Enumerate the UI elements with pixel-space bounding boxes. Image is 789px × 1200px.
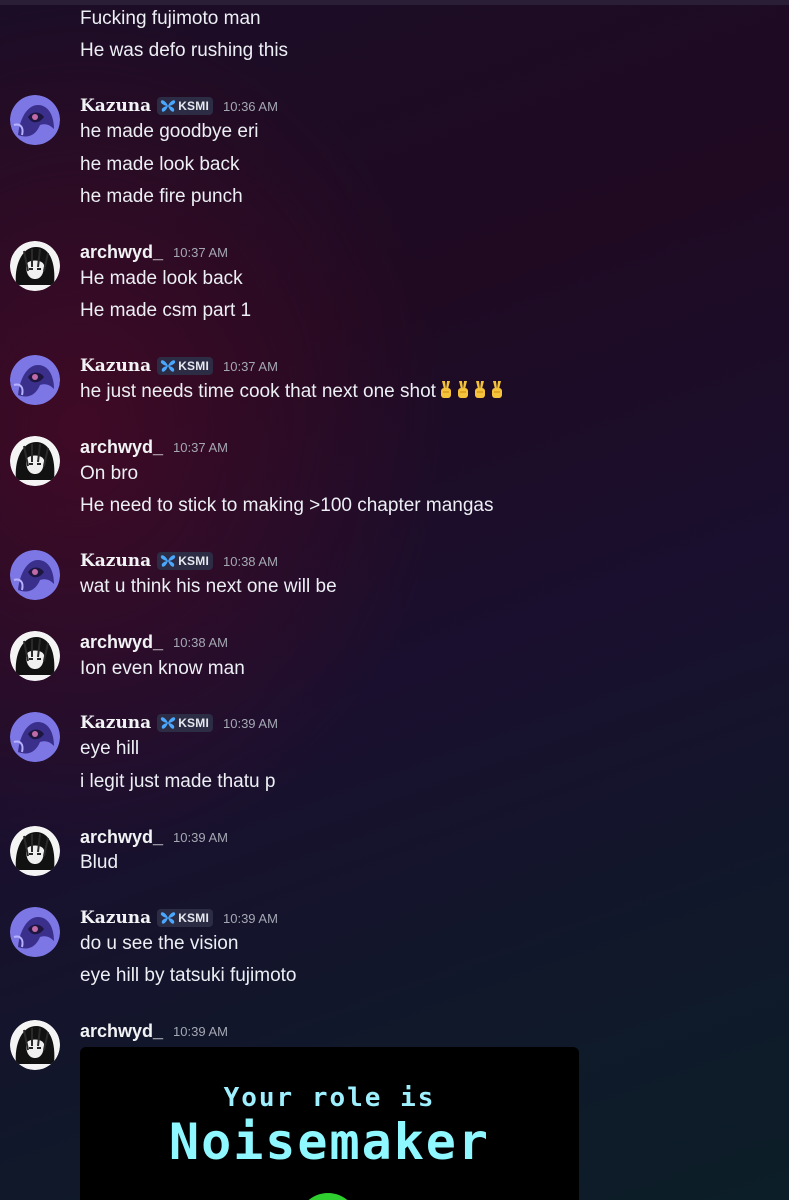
butterfly-icon [160,359,176,373]
message-header: Kazuna KSMI 10:39 AM [80,907,278,929]
guild-tag-label: KSMI [178,716,209,730]
message-text: eye hill by tatsuki fujimoto [80,965,297,986]
guild-tag-label: KSMI [178,554,209,568]
guild-tag[interactable]: KSMI [157,909,213,927]
message-text: On bro [80,463,139,484]
butterfly-icon [160,99,176,113]
message-text: He need to stick to making >100 chapter … [80,495,494,516]
avatar[interactable] [10,550,60,600]
username[interactable]: Kazuna [80,96,151,116]
username[interactable]: Kazuna [80,713,151,733]
guild-tag[interactable]: KSMI [157,714,213,732]
message-text: i legit just made thatu p [80,771,276,792]
message-header: archwyd_ 10:38 AM [80,631,228,653]
timestamp: 10:37 AM [223,358,278,374]
guild-tag-label: KSMI [178,911,209,925]
victory-hand-emoji-group [436,381,504,402]
guild-tag-label: KSMI [178,359,209,373]
message-header: Kazuna KSMI 10:39 AM [80,712,278,734]
avatar[interactable] [10,241,60,291]
avatar[interactable] [10,436,60,486]
message-text: he made look back [80,154,240,175]
avatar[interactable] [10,712,60,762]
image-attachment[interactable]: Your role is Noisemaker [80,1047,579,1200]
timestamp: 10:38 AM [173,634,228,650]
username[interactable]: archwyd_ [80,827,163,848]
guild-tag[interactable]: KSMI [157,357,213,375]
avatar[interactable] [10,1020,60,1070]
message-header: archwyd_ 10:39 AM [80,826,228,848]
message-text: Fucking fujimoto man [80,8,261,29]
username[interactable]: Kazuna [80,356,151,376]
guild-tag[interactable]: KSMI [157,97,213,115]
message-text: do u see the vision [80,933,239,954]
butterfly-icon [160,554,176,568]
message-text: He made csm part 1 [80,300,252,321]
message-text: wat u think his next one will be [80,576,337,597]
butterfly-icon [160,716,176,730]
avatar[interactable] [10,907,60,957]
avatar[interactable] [10,631,60,681]
butterfly-icon [160,911,176,925]
timestamp: 10:37 AM [173,439,228,455]
username[interactable]: Kazuna [80,908,151,928]
username[interactable]: archwyd_ [80,1021,163,1042]
message-text: He was defo rushing this [80,40,289,61]
embed-green-circle [298,1193,358,1200]
message-text-content: he just needs time cook that next one sh… [80,381,436,402]
embed-subtitle: Your role is [223,1083,436,1113]
timestamp: 10:38 AM [223,553,278,569]
message-text: eye hill [80,738,140,759]
message-header: archwyd_ 10:39 AM [80,1020,228,1042]
message-text: he made fire punch [80,186,243,207]
avatar[interactable] [10,95,60,145]
avatar[interactable] [10,355,60,405]
message-text: Ion even know man [80,658,245,679]
message-header: Kazuna KSMI 10:38 AM [80,550,278,572]
embed-title: Noisemaker [168,1113,491,1171]
username[interactable]: archwyd_ [80,242,163,263]
timestamp: 10:39 AM [173,1023,228,1039]
message-text: he made goodbye eri [80,121,259,142]
message-header: archwyd_ 10:37 AM [80,436,228,458]
timestamp: 10:37 AM [173,244,228,260]
message-text: He made look back [80,268,243,289]
timestamp: 10:39 AM [173,829,228,845]
message-header: archwyd_ 10:37 AM [80,241,228,263]
message-text: Blud [80,852,119,873]
timestamp: 10:39 AM [223,910,278,926]
message-text: he just needs time cook that next one sh… [80,380,504,404]
message-list[interactable]: Fucking fujimoto man He was defo rushing… [0,0,789,1200]
guild-tag[interactable]: KSMI [157,552,213,570]
timestamp: 10:39 AM [223,715,278,731]
message-header: Kazuna KSMI 10:36 AM [80,95,278,117]
avatar[interactable] [10,826,60,876]
username[interactable]: archwyd_ [80,437,163,458]
username[interactable]: Kazuna [80,551,151,571]
timestamp: 10:36 AM [223,98,278,114]
username[interactable]: archwyd_ [80,632,163,653]
guild-tag-label: KSMI [178,99,209,113]
message-header: Kazuna KSMI 10:37 AM [80,355,278,377]
